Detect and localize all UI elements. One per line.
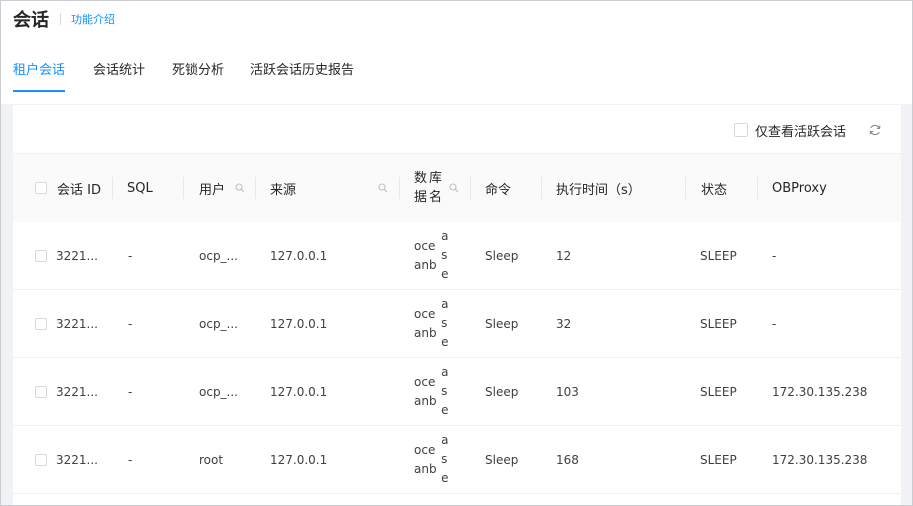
row-checkbox[interactable]: [35, 453, 47, 466]
tab-ash-report[interactable]: 活跃会话历史报告: [250, 61, 354, 90]
cell-database-line2: ase: [441, 433, 449, 485]
cell-source: 127.0.0.1: [270, 316, 328, 331]
cell-exec-time: 168: [556, 452, 579, 467]
cell-user: root: [199, 452, 224, 467]
cell-obproxy: 172.30.135.238: [772, 452, 868, 467]
app-frame: 会话 功能介绍 租户会话 会话统计 死锁分析 活跃会话历史报告 仅查看活跃会话: [0, 0, 913, 506]
col-divider: [470, 177, 471, 199]
cell-command: Sleep: [485, 316, 519, 331]
cell-command: Sleep: [485, 452, 519, 467]
col-divider: [757, 177, 758, 199]
row-checkbox[interactable]: [35, 249, 47, 262]
cell-database-line1: oceanb: [414, 306, 437, 340]
tab-tenant-sessions[interactable]: 租户会话: [13, 61, 66, 92]
source-search-icon[interactable]: [378, 183, 388, 193]
cell-database-line2: ase: [441, 297, 449, 349]
cell-status: SLEEP: [700, 452, 737, 467]
cell-database-line1: oceanb: [414, 238, 437, 272]
col-divider: [255, 177, 256, 199]
col-database[interactable]: 数据 库名: [414, 154, 444, 222]
col-database-line1: 数据: [414, 171, 428, 205]
cell-session-id[interactable]: 3221...: [56, 290, 98, 357]
cell-sql: -: [128, 384, 133, 399]
col-divider: [399, 177, 400, 199]
cell-status: SLEEP: [700, 248, 737, 263]
row-select-cell: [35, 290, 47, 357]
cell-sql: -: [128, 248, 133, 263]
cell-database-line1: oceanb: [414, 442, 437, 476]
table-row[interactable]: 3221... - ocp_... 127.0.0.1 oceanb ase Sl…: [13, 290, 901, 358]
col-status[interactable]: 状态: [701, 154, 727, 222]
cell-database: oceanb ase: [414, 290, 454, 357]
cell-command: Sleep: [485, 248, 519, 263]
cell-database: oceanb ase: [414, 358, 454, 425]
page-header: 会话 功能介绍 租户会话 会话统计 死锁分析 活跃会话历史报告: [1, 1, 912, 104]
table-row[interactable]: 3221... - ocp_... 127.0.0.1 oceanb ase Sl…: [13, 358, 901, 426]
tab-deadlock-analysis[interactable]: 死锁分析: [172, 61, 224, 90]
cell-status: SLEEP: [700, 384, 737, 399]
cell-sql: -: [128, 316, 133, 331]
cell-source: 127.0.0.1: [270, 384, 328, 399]
feature-intro-link[interactable]: 功能介绍: [71, 11, 115, 27]
cell-source: 127.0.0.1: [270, 452, 328, 467]
table-header: 会话 ID SQL 用户 来源 数据 库名 命令 执行时间（s） 状态 OBPr…: [13, 153, 901, 223]
col-sql[interactable]: SQL: [127, 154, 153, 222]
cell-session-id[interactable]: 3221...: [56, 358, 98, 425]
col-database-line2: 库名: [429, 171, 443, 205]
col-source[interactable]: 来源: [270, 154, 296, 222]
table-toolbar: 仅查看活跃会话: [13, 105, 901, 153]
cell-database: oceanb ase: [414, 426, 454, 493]
cell-database-line1: oceanb: [414, 374, 437, 408]
col-obproxy[interactable]: OBProxy: [772, 154, 827, 222]
cell-user: ocp_...: [199, 384, 238, 399]
database-search-icon[interactable]: [449, 183, 459, 193]
active-only-label: 仅查看活跃会话: [754, 124, 846, 140]
row-checkbox[interactable]: [35, 385, 47, 398]
select-all-checkbox[interactable]: [35, 182, 47, 194]
page-title: 会话: [13, 10, 49, 31]
row-checkbox[interactable]: [35, 317, 47, 330]
cell-exec-time: 103: [556, 384, 579, 399]
cell-database-line2: ase: [441, 229, 449, 281]
cell-source: 127.0.0.1: [270, 248, 328, 263]
cell-obproxy: -: [772, 316, 777, 331]
cell-session-id[interactable]: 3221...: [56, 426, 98, 493]
cell-command: Sleep: [485, 384, 519, 399]
cell-exec-time: 12: [556, 248, 572, 263]
tab-session-stats[interactable]: 会话统计: [93, 61, 145, 90]
cell-user: ocp_...: [199, 248, 238, 263]
refresh-icon[interactable]: [868, 123, 882, 137]
title-divider: [60, 13, 61, 25]
row-select-cell: [35, 426, 47, 493]
table-row[interactable]: 3221... - ocp_... 127.0.0.1 oceanb ase Sl…: [13, 222, 901, 290]
session-table-card: 仅查看活跃会话 会话 ID SQL 用户 来源 数据 库名 命令 执行时间（s）…: [13, 105, 901, 505]
active-only-checkbox[interactable]: [733, 123, 748, 137]
cell-obproxy: -: [772, 248, 777, 263]
col-divider: [541, 177, 542, 199]
col-exec-time[interactable]: 执行时间（s）: [556, 154, 641, 222]
cell-sql: -: [128, 452, 133, 467]
col-session-id[interactable]: 会话 ID: [57, 154, 101, 222]
cell-database: oceanb ase: [414, 222, 454, 289]
cell-obproxy: 172.30.135.238: [772, 384, 868, 399]
select-all-cell: [35, 154, 47, 222]
cell-user: ocp_...: [199, 316, 238, 331]
cell-status: SLEEP: [700, 316, 737, 331]
col-divider: [685, 177, 686, 199]
user-search-icon[interactable]: [235, 183, 245, 193]
cell-exec-time: 32: [556, 316, 572, 331]
cell-database-line2: ase: [441, 365, 449, 417]
col-user[interactable]: 用户: [199, 154, 225, 222]
col-command[interactable]: 命令: [485, 154, 511, 222]
row-select-cell: [35, 222, 47, 289]
active-only-filter[interactable]: 仅查看活跃会话: [733, 121, 846, 140]
col-divider: [112, 177, 113, 199]
col-divider: [183, 177, 184, 199]
cell-session-id[interactable]: 3221...: [56, 222, 98, 289]
table-row[interactable]: 3221... - root 127.0.0.1 oceanb ase Sleep…: [13, 426, 901, 494]
row-select-cell: [35, 358, 47, 425]
